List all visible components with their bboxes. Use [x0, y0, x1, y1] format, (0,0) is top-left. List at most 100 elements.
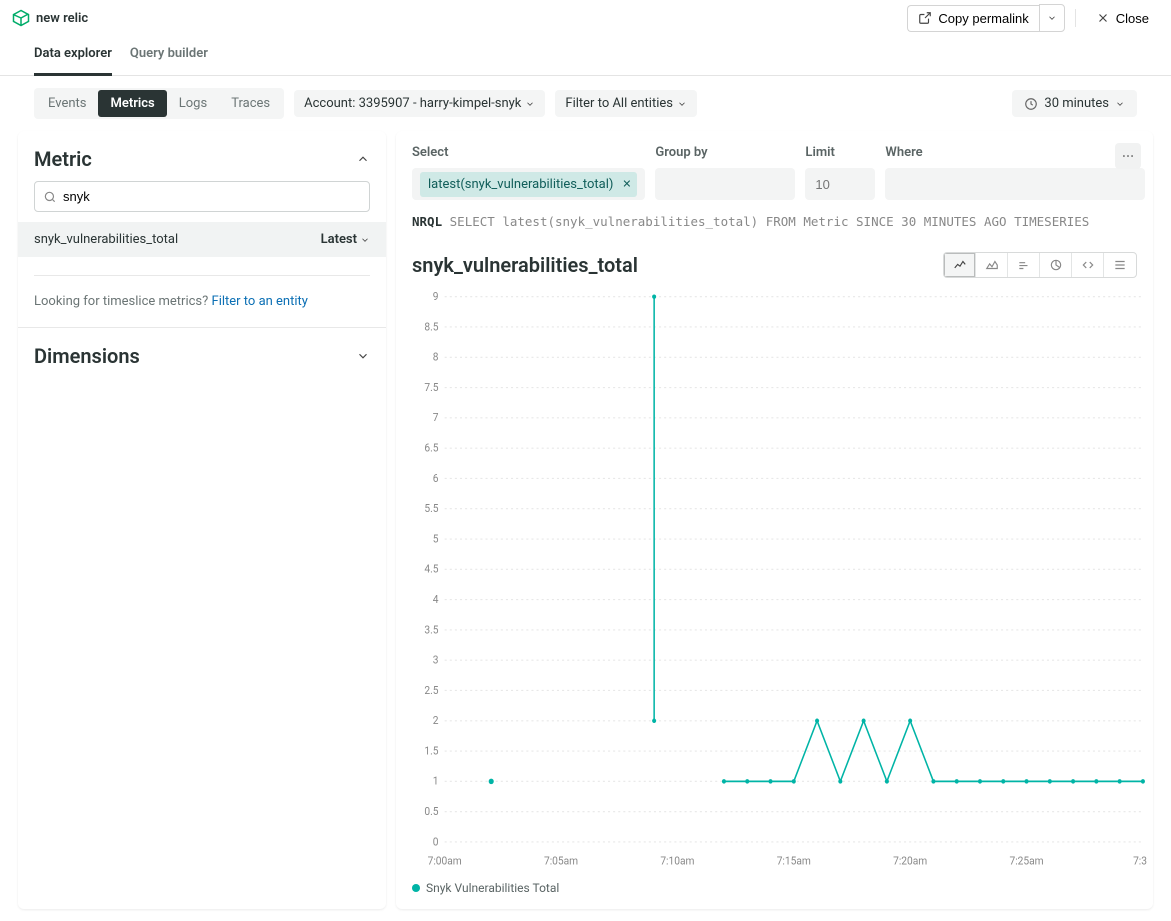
- entity-filter-label: Filter to All entities: [565, 96, 673, 111]
- entity-filter[interactable]: Filter to All entities: [555, 90, 697, 117]
- timeslice-hint: Looking for timeslice metrics? Filter to…: [18, 294, 386, 327]
- brand-logo: new relic: [12, 9, 88, 27]
- bar-chart-icon: [1017, 258, 1031, 272]
- data-type-pillset: Events Metrics Logs Traces: [34, 88, 284, 119]
- copy-permalink-label: Copy permalink: [938, 11, 1028, 26]
- permalink-icon: [918, 11, 932, 25]
- chevron-down-icon: [1047, 13, 1057, 23]
- divider: [34, 275, 370, 276]
- nrql-keyword: NRQL: [412, 214, 442, 229]
- metric-search[interactable]: [34, 181, 370, 212]
- copy-permalink-dropdown[interactable]: [1039, 4, 1065, 32]
- legend-dot: [412, 884, 420, 892]
- select-chip-text: latest(snyk_vulnerabilities_total): [428, 177, 613, 192]
- svg-text:1.5: 1.5: [424, 744, 438, 758]
- account-filter-label: Account: 3395907 - harry-kimpel-snyk: [304, 96, 521, 111]
- svg-text:6.5: 6.5: [424, 441, 438, 455]
- tab-query-builder[interactable]: Query builder: [130, 36, 208, 75]
- pie-chart-icon: [1049, 258, 1063, 272]
- pill-events[interactable]: Events: [36, 90, 98, 117]
- select-label: Select: [412, 145, 645, 160]
- groupby-input[interactable]: [655, 168, 795, 200]
- metric-search-input[interactable]: [57, 188, 361, 205]
- chart-legend: Snyk Vulnerabilities Total: [396, 875, 1153, 909]
- chevron-up-icon: [356, 152, 370, 166]
- svg-text:7:00am: 7:00am: [428, 854, 462, 868]
- chevron-down-icon: [360, 235, 370, 245]
- area-chart-icon: [985, 258, 999, 272]
- svg-text:4.5: 4.5: [424, 562, 438, 576]
- select-chip: latest(snyk_vulnerabilities_total) ✕: [420, 172, 637, 197]
- svg-text:4: 4: [433, 593, 439, 607]
- where-label: Where: [885, 145, 1145, 160]
- search-icon: [43, 190, 57, 204]
- limit-label: Limit: [805, 145, 875, 160]
- svg-text:3.5: 3.5: [424, 623, 438, 637]
- chevron-down-icon: [356, 349, 370, 363]
- svg-text:5: 5: [433, 532, 439, 546]
- logo-icon: [12, 9, 36, 27]
- svg-text:9: 9: [433, 290, 439, 303]
- panel-menu-button[interactable]: [1115, 143, 1141, 169]
- svg-text:7:20am: 7:20am: [893, 854, 927, 868]
- pill-traces[interactable]: Traces: [219, 90, 282, 117]
- svg-text:7:05am: 7:05am: [544, 854, 578, 868]
- svg-text:5.5: 5.5: [424, 502, 438, 516]
- chevron-down-icon: [677, 99, 687, 109]
- where-input[interactable]: [885, 168, 1145, 200]
- copy-permalink-button[interactable]: Copy permalink: [907, 5, 1038, 32]
- chart-title: snyk_vulnerabilities_total: [412, 253, 638, 277]
- svg-text:6: 6: [433, 471, 439, 485]
- svg-text:7: 7: [433, 411, 439, 425]
- svg-text:8: 8: [433, 350, 439, 364]
- metric-heading: Metric: [34, 147, 92, 171]
- more-icon: [1121, 149, 1135, 163]
- svg-text:2.5: 2.5: [424, 683, 438, 697]
- nrql-query-text: SELECT latest(snyk_vulnerabilities_total…: [450, 214, 1090, 229]
- viz-json-button[interactable]: [1072, 253, 1104, 277]
- limit-input[interactable]: [813, 176, 867, 193]
- select-input[interactable]: latest(snyk_vulnerabilities_total) ✕: [412, 168, 645, 200]
- close-button[interactable]: Close: [1086, 6, 1159, 31]
- tab-data-explorer[interactable]: Data explorer: [34, 36, 112, 76]
- timeslice-prompt: Looking for timeslice metrics?: [34, 294, 212, 309]
- aggregation-label: Latest: [321, 232, 357, 247]
- svg-text:7:30: 7:30: [1133, 854, 1147, 868]
- viz-area-button[interactable]: [976, 253, 1008, 277]
- svg-text:8.5: 8.5: [424, 320, 438, 334]
- viz-pie-button[interactable]: [1040, 253, 1072, 277]
- svg-text:7:10am: 7:10am: [660, 854, 694, 868]
- svg-text:0.5: 0.5: [424, 805, 438, 819]
- account-filter[interactable]: Account: 3395907 - harry-kimpel-snyk: [294, 90, 545, 117]
- viz-table-button[interactable]: [1104, 253, 1136, 277]
- svg-text:7:15am: 7:15am: [777, 854, 811, 868]
- clock-icon: [1024, 97, 1038, 111]
- svg-text:7:25am: 7:25am: [1009, 854, 1043, 868]
- brand-text: new relic: [36, 11, 88, 26]
- viz-bar-button[interactable]: [1008, 253, 1040, 277]
- pill-metrics[interactable]: Metrics: [98, 90, 166, 117]
- time-range-picker[interactable]: 30 minutes: [1012, 90, 1137, 117]
- table-icon: [1113, 258, 1127, 272]
- viz-line-button[interactable]: [944, 253, 976, 277]
- legend-label: Snyk Vulnerabilities Total: [426, 881, 559, 895]
- metric-list-item[interactable]: snyk_vulnerabilities_total Latest: [18, 222, 386, 257]
- metric-name: snyk_vulnerabilities_total: [34, 232, 178, 247]
- filter-to-entity-link[interactable]: Filter to an entity: [212, 294, 308, 309]
- svg-text:2: 2: [433, 714, 439, 728]
- pill-logs[interactable]: Logs: [167, 90, 219, 117]
- line-chart-icon: [953, 258, 967, 272]
- separator: [1075, 9, 1076, 27]
- nrql-display: NRQL SELECT latest(snyk_vulnerabilities_…: [396, 208, 1153, 242]
- dimensions-section-header[interactable]: Dimensions: [18, 328, 386, 378]
- svg-text:1: 1: [433, 774, 439, 788]
- remove-select-button[interactable]: ✕: [622, 178, 631, 191]
- metric-section-header[interactable]: Metric: [18, 131, 386, 181]
- close-label: Close: [1116, 11, 1149, 26]
- aggregation-picker[interactable]: Latest: [321, 232, 370, 247]
- groupby-label: Group by: [655, 145, 795, 160]
- chevron-down-icon: [1115, 99, 1125, 109]
- limit-input-wrap[interactable]: [805, 168, 875, 200]
- chart: 00.511.522.533.544.555.566.577.588.597:0…: [396, 284, 1153, 875]
- svg-text:0: 0: [433, 835, 439, 849]
